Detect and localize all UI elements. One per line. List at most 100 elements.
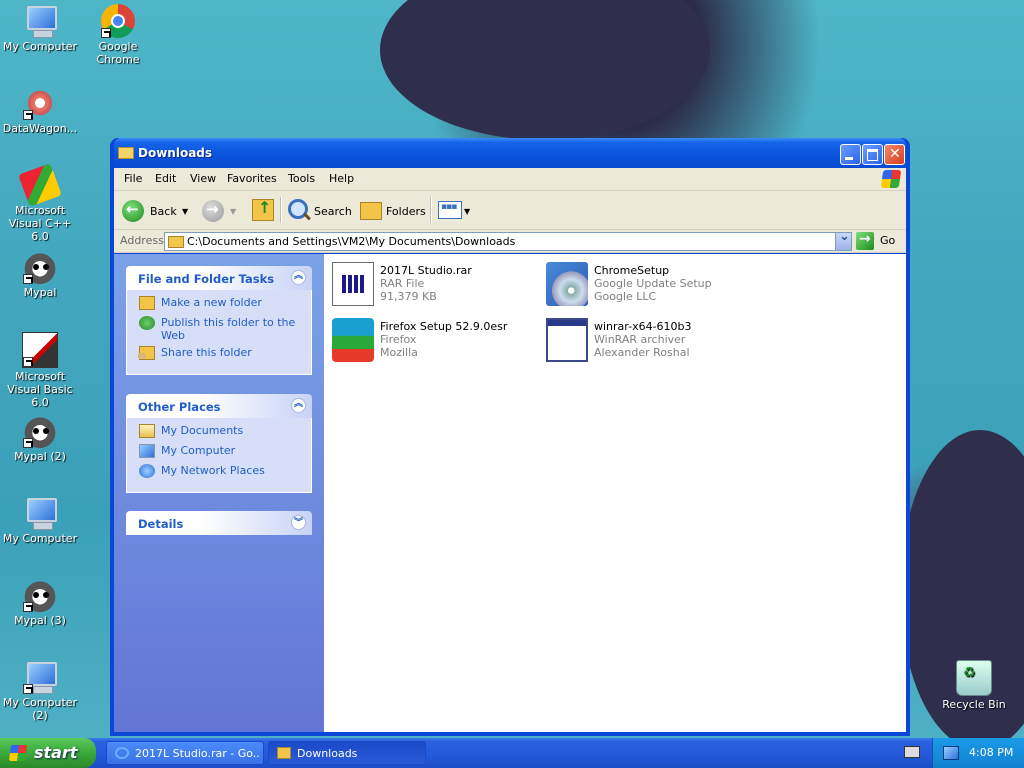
visual-cpp-icon (18, 163, 62, 207)
winrar-window-icon (546, 318, 588, 362)
menu-view[interactable]: View (190, 172, 216, 185)
desktop-icon-my-computer[interactable]: My Computer (0, 4, 80, 53)
folder-icon (118, 147, 134, 159)
file-list: 2017L Studio.rar RAR File 91,379 KB Chro… (324, 254, 906, 732)
folders-icon (360, 202, 382, 220)
desktop-icon-mypal[interactable]: Mypal (0, 250, 80, 299)
menu-file[interactable]: File (124, 172, 142, 185)
forward-dropdown-icon[interactable]: ▼ (230, 207, 236, 216)
folder-icon (168, 236, 184, 248)
content-area: File and Folder Tasks Make a new folder … (114, 254, 906, 732)
minimize-button[interactable] (840, 144, 861, 165)
desktop-icon-visual-cpp[interactable]: Microsoft Visual C++ 6.0 (0, 163, 80, 243)
installer-cd-icon (546, 262, 588, 306)
file-item[interactable]: 2017L Studio.rar RAR File 91,379 KB (332, 260, 542, 310)
address-path: C:\Documents and Settings\VM2\My Documen… (187, 235, 516, 248)
folders-button[interactable]: Folders (358, 197, 426, 223)
desktop-icon-recycle-bin[interactable]: Recycle Bin (934, 660, 1014, 711)
toolbar-separator (280, 197, 282, 223)
close-button[interactable] (884, 144, 905, 165)
panel-header[interactable]: Other Places (126, 394, 312, 418)
mypal-icon (23, 250, 57, 284)
search-button[interactable]: Search (286, 197, 352, 223)
my-computer-icon (23, 496, 57, 530)
panel-body: My Documents My Computer My Network Plac… (126, 418, 312, 493)
desktop-icon-mypal-2[interactable]: Mypal (2) (0, 414, 80, 463)
menu-bar: File Edit View Favorites Tools Help (114, 168, 906, 191)
system-tray: 4:08 PM (932, 738, 1024, 768)
recycle-bin-icon (956, 660, 992, 696)
windows-flag-icon (8, 745, 28, 761)
views-button[interactable]: ▼ (436, 197, 472, 223)
my-computer-link[interactable]: My Computer (127, 444, 311, 464)
share-folder-icon (138, 346, 155, 360)
collapse-chevron-icon[interactable] (291, 268, 306, 285)
file-item[interactable]: ChromeSetup Google Update Setup Google L… (546, 260, 756, 310)
publish-web-icon (139, 316, 155, 330)
network-places-icon (139, 464, 155, 478)
mypal-icon (23, 578, 57, 612)
taskbar: start 2017L Studio.rar - Go... Downloads… (0, 738, 1024, 768)
back-dropdown-icon[interactable]: ▼ (182, 207, 188, 216)
menu-help[interactable]: Help (329, 172, 354, 185)
menu-edit[interactable]: Edit (155, 172, 176, 185)
up-folder-icon (252, 198, 274, 221)
explorer-window: Downloads File Edit View Favorites Tools… (110, 138, 910, 736)
toolbar: Back ▼ ▼ Search Folders ▼ (114, 191, 906, 230)
desktop: My Computer Google Chrome DataWagon... M… (0, 0, 1024, 738)
clock[interactable]: 4:08 PM (969, 746, 1013, 759)
address-label: Address (120, 234, 164, 247)
search-icon (288, 199, 308, 219)
datawagon-icon (23, 86, 57, 120)
panel-header[interactable]: File and Folder Tasks (126, 266, 312, 290)
address-input[interactable]: C:\Documents and Settings\VM2\My Documen… (164, 229, 852, 251)
back-arrow-icon (122, 200, 144, 222)
make-new-folder-link[interactable]: Make a new folder (127, 296, 311, 316)
desktop-icon-visual-basic[interactable]: Microsoft Visual Basic 6.0 (0, 332, 80, 409)
up-folder-button[interactable] (250, 197, 276, 223)
address-bar: Address C:\Documents and Settings\VM2\My… (114, 229, 906, 253)
share-folder-link[interactable]: Share this folder (127, 346, 311, 366)
desktop-icon-google-chrome[interactable]: Google Chrome (78, 4, 158, 66)
chrome-icon (101, 4, 135, 38)
collapse-chevron-icon[interactable] (291, 396, 306, 413)
maximize-button[interactable] (862, 144, 883, 165)
start-button[interactable]: start (0, 738, 96, 768)
keyboard-icon[interactable] (904, 746, 920, 758)
back-button[interactable]: Back ▼ (122, 197, 194, 223)
title-bar[interactable]: Downloads (114, 138, 906, 168)
go-arrow-icon (856, 231, 874, 250)
folder-icon (277, 747, 291, 759)
new-folder-icon (139, 296, 155, 310)
task-pane: File and Folder Tasks Make a new folder … (114, 254, 324, 732)
menu-tools[interactable]: Tools (288, 172, 315, 185)
desktop-icon-datawagon[interactable]: DataWagon... (0, 86, 80, 135)
wallpaper-figure (380, 0, 710, 140)
panel-body: Make a new folder Publish this folder to… (126, 290, 312, 375)
my-network-places-link[interactable]: My Network Places (127, 464, 311, 484)
my-documents-link[interactable]: My Documents (127, 424, 311, 444)
mypal-icon (23, 414, 57, 448)
details-panel: Details (126, 511, 312, 535)
browser-icon (115, 747, 129, 759)
desktop-icon-mypal-3[interactable]: Mypal (3) (0, 578, 80, 627)
publish-folder-link[interactable]: Publish this folder to the Web (127, 316, 311, 346)
windows-logo-icon (880, 170, 902, 188)
rar-file-icon (332, 262, 374, 306)
panel-header[interactable]: Details (126, 511, 312, 535)
file-item[interactable]: winrar-x64-610b3 WinRAR archiver Alexand… (546, 316, 756, 366)
address-dropdown-button[interactable] (835, 229, 851, 250)
network-icon[interactable] (943, 746, 959, 760)
desktop-icon-my-computer-b[interactable]: My Computer (0, 496, 80, 545)
my-documents-icon (139, 424, 155, 438)
taskbar-item-chrome[interactable]: 2017L Studio.rar - Go... (106, 741, 264, 765)
file-folder-tasks-panel: File and Folder Tasks Make a new folder … (126, 266, 312, 375)
file-item[interactable]: Firefox Setup 52.9.0esr Firefox Mozilla (332, 316, 542, 366)
forward-button[interactable]: ▼ (202, 197, 242, 223)
menu-favorites[interactable]: Favorites (227, 172, 277, 185)
expand-chevron-icon[interactable] (291, 515, 306, 530)
taskbar-item-downloads[interactable]: Downloads (268, 741, 426, 765)
firefox-installer-icon (332, 318, 374, 362)
my-computer-icon (23, 4, 57, 38)
desktop-icon-my-computer-2[interactable]: My Computer (2) (0, 660, 80, 722)
